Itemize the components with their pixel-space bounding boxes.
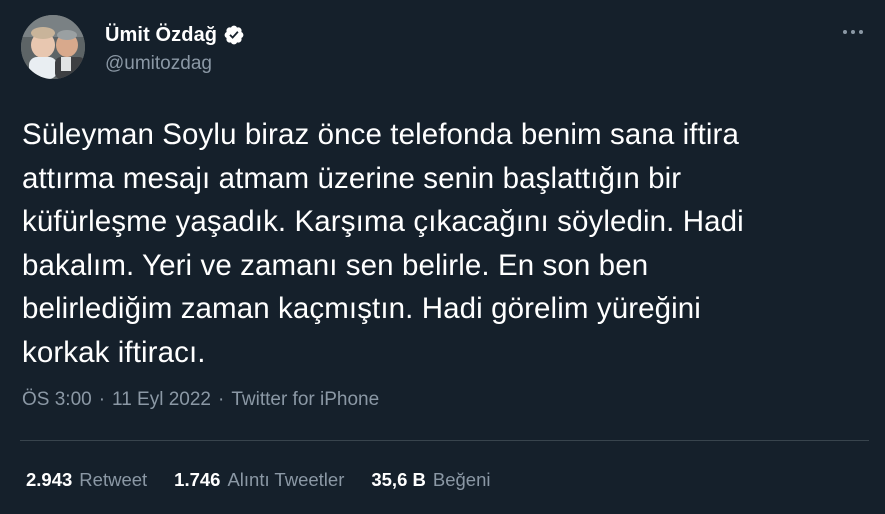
tweet-source[interactable]: Twitter for iPhone xyxy=(231,389,379,411)
tweet-time[interactable]: ÖS 3:00 xyxy=(22,389,92,411)
tweet-text: Süleyman Soylu biraz önce telefonda beni… xyxy=(22,118,744,369)
stat-label: Retweet xyxy=(79,469,148,490)
stat-value: 1.746 xyxy=(174,469,221,490)
stat-value: 2.943 xyxy=(26,469,73,490)
divider xyxy=(20,440,869,441)
stat-label: Alıntı Tweetler xyxy=(227,469,345,490)
handle[interactable]: @umitozdag xyxy=(105,53,245,75)
author-block: Ümit Özdağ @umitozdag xyxy=(105,21,245,75)
meta-separator: · xyxy=(98,389,106,410)
engagement-stats: 2.943 Retweet 1.746 Alıntı Tweetler 35,6… xyxy=(26,469,517,491)
verified-badge-icon xyxy=(223,24,245,46)
stat-value: 35,6 B xyxy=(371,469,426,490)
name-row: Ümit Özdağ xyxy=(105,21,245,49)
tweet-metadata: ÖS 3:00 · 11 Eyl 2022 · Twitter for iPho… xyxy=(22,389,379,411)
stat-quote-tweets[interactable]: 1.746 Alıntı Tweetler xyxy=(174,469,344,491)
more-horizontal-icon[interactable] xyxy=(839,20,867,44)
tweet-date[interactable]: 11 Eyl 2022 xyxy=(112,389,211,411)
avatar-image xyxy=(21,15,85,79)
stat-likes[interactable]: 35,6 B Beğeni xyxy=(371,469,490,491)
stat-label: Beğeni xyxy=(432,469,491,490)
avatar[interactable] xyxy=(21,15,85,79)
display-name[interactable]: Ümit Özdağ xyxy=(105,24,217,47)
meta-separator: · xyxy=(218,389,225,410)
tweet-card: Ümit Özdağ @umitozdag Süleyman Soylu bir… xyxy=(0,0,885,514)
stat-retweets[interactable]: 2.943 Retweet xyxy=(26,469,147,491)
